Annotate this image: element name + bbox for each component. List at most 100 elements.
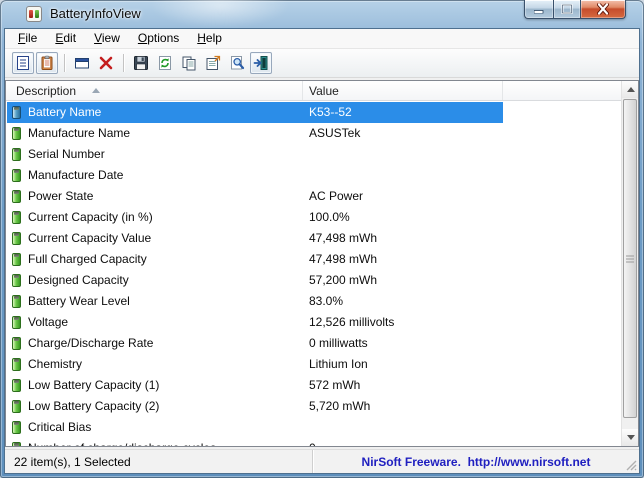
battery-icon [12,316,21,329]
table-row[interactable]: Battery Name K53--52 [6,102,621,123]
menu-file[interactable]: File [9,29,46,48]
battery-icon [12,295,21,308]
clipboard-icon [39,55,55,71]
status-item-count: 22 item(s), 1 Selected [5,450,313,473]
battery-icon [12,253,21,266]
column-header-value[interactable]: Value [303,81,503,100]
properties-button[interactable] [202,52,224,74]
arrow-up-icon [627,87,635,92]
row-description: Current Capacity Value [28,228,151,249]
row-description: Power State [28,186,93,207]
table-row[interactable]: Manufacture Date [6,165,621,186]
row-value: 572 mWh [309,375,360,396]
row-description: Charge/Discharge Rate [28,333,153,354]
magnifier-icon [229,55,245,71]
battery-icon [12,106,21,119]
refresh-button[interactable] [154,52,176,74]
table-row[interactable]: Low Battery Capacity (2) 5,720 mWh [6,396,621,417]
table-row[interactable]: Designed Capacity 57,200 mWh [6,270,621,291]
maximize-icon [562,4,573,14]
table-row[interactable]: Number of charge/discharge cycles 0 [6,438,621,446]
exit-door-icon [253,55,269,71]
table-row[interactable]: Critical Bias [6,417,621,438]
battery-log-view-button[interactable] [36,52,58,74]
find-button[interactable] [226,52,248,74]
row-description: Critical Bias [28,417,91,438]
app-window: BatteryInfoView FileEditViewOptionsHelp [0,0,644,478]
minimize-button[interactable] [524,0,553,19]
battery-icon [12,211,21,224]
exit-button[interactable] [250,52,272,74]
copy-pages-icon [181,55,197,71]
battery-icon [12,379,21,392]
battery-icon [12,337,21,350]
properties-icon [205,55,221,71]
row-value: 83.0% [309,291,343,312]
arrow-down-icon [627,435,635,440]
row-value: 47,498 mWh [309,249,377,270]
client-area: FileEditViewOptionsHelp [4,28,640,474]
table-row[interactable]: Voltage 12,526 millivolts [6,312,621,333]
save-button[interactable] [130,52,152,74]
app-icon [26,6,42,22]
glass-highlight [150,0,290,28]
battery-icon [12,232,21,245]
close-icon [597,4,609,15]
report-window-button[interactable] [71,52,93,74]
scrollbar-thumb[interactable] [623,99,637,418]
row-description: Serial Number [28,144,105,165]
row-value: 12,526 millivolts [309,312,394,333]
row-value: AC Power [309,186,363,207]
menu-help[interactable]: Help [188,29,231,48]
row-value: K53--52 [309,102,352,123]
battery-icon [12,169,21,182]
row-value: Lithium Ion [309,354,368,375]
table-row[interactable]: Current Capacity (in %) 100.0% [6,207,621,228]
menu-edit[interactable]: Edit [46,29,85,48]
copy-button[interactable] [178,52,200,74]
close-button[interactable] [581,0,626,19]
battery-icon [12,421,21,434]
battery-icon [12,358,21,371]
column-label: Description [16,84,76,98]
menu-view[interactable]: View [85,29,129,48]
scroll-up-button[interactable] [622,81,639,98]
maximize-button[interactable] [553,0,581,19]
nirsoft-link[interactable]: NirSoft Freeware. http://www.nirsoft.net [362,455,591,469]
table-row[interactable]: Power State AC Power [6,186,621,207]
table-row[interactable]: Low Battery Capacity (1) 572 mWh [6,375,621,396]
scroll-down-button[interactable] [622,429,639,446]
delete-button[interactable] [95,52,117,74]
table-row[interactable]: Current Capacity Value 47,498 mWh [6,228,621,249]
battery-info-view-button[interactable] [12,52,34,74]
floppy-disk-icon [133,55,149,71]
row-description: Current Capacity (in %) [28,207,153,228]
battery-icon [12,127,21,140]
minimize-icon [534,5,544,14]
table-row[interactable]: Full Charged Capacity 47,498 mWh [6,249,621,270]
toolbar-separator [64,54,65,72]
table-row[interactable]: Battery Wear Level 83.0% [6,291,621,312]
column-header-description[interactable]: Description [6,81,303,100]
resize-grip[interactable] [625,459,637,471]
battery-icon [12,400,21,413]
window-icon [74,55,90,71]
row-description: Number of charge/discharge cycles [28,438,216,446]
table-row[interactable]: Manufacture Name ASUSTek [6,123,621,144]
row-description: Designed Capacity [28,270,129,291]
row-value: 0 [309,438,316,446]
row-value: 0 milliwatts [309,333,368,354]
window-title: BatteryInfoView [50,6,141,21]
battery-info-list: Description Value Battery Name K53--52 M… [5,80,639,447]
menu-options[interactable]: Options [129,29,188,48]
title-bar[interactable]: BatteryInfoView [0,0,644,28]
table-row[interactable]: Charge/Discharge Rate 0 milliwatts [6,333,621,354]
status-freeware-panel: NirSoft Freeware. http://www.nirsoft.net [313,450,639,473]
status-bar: 22 item(s), 1 Selected NirSoft Freeware.… [5,449,639,473]
table-row[interactable]: Chemistry Lithium Ion [6,354,621,375]
menu-bar: FileEditViewOptionsHelp [5,29,639,49]
column-label: Value [309,84,339,98]
table-row[interactable]: Serial Number [6,144,621,165]
vertical-scrollbar[interactable] [621,81,638,446]
row-description: Voltage [28,312,68,333]
